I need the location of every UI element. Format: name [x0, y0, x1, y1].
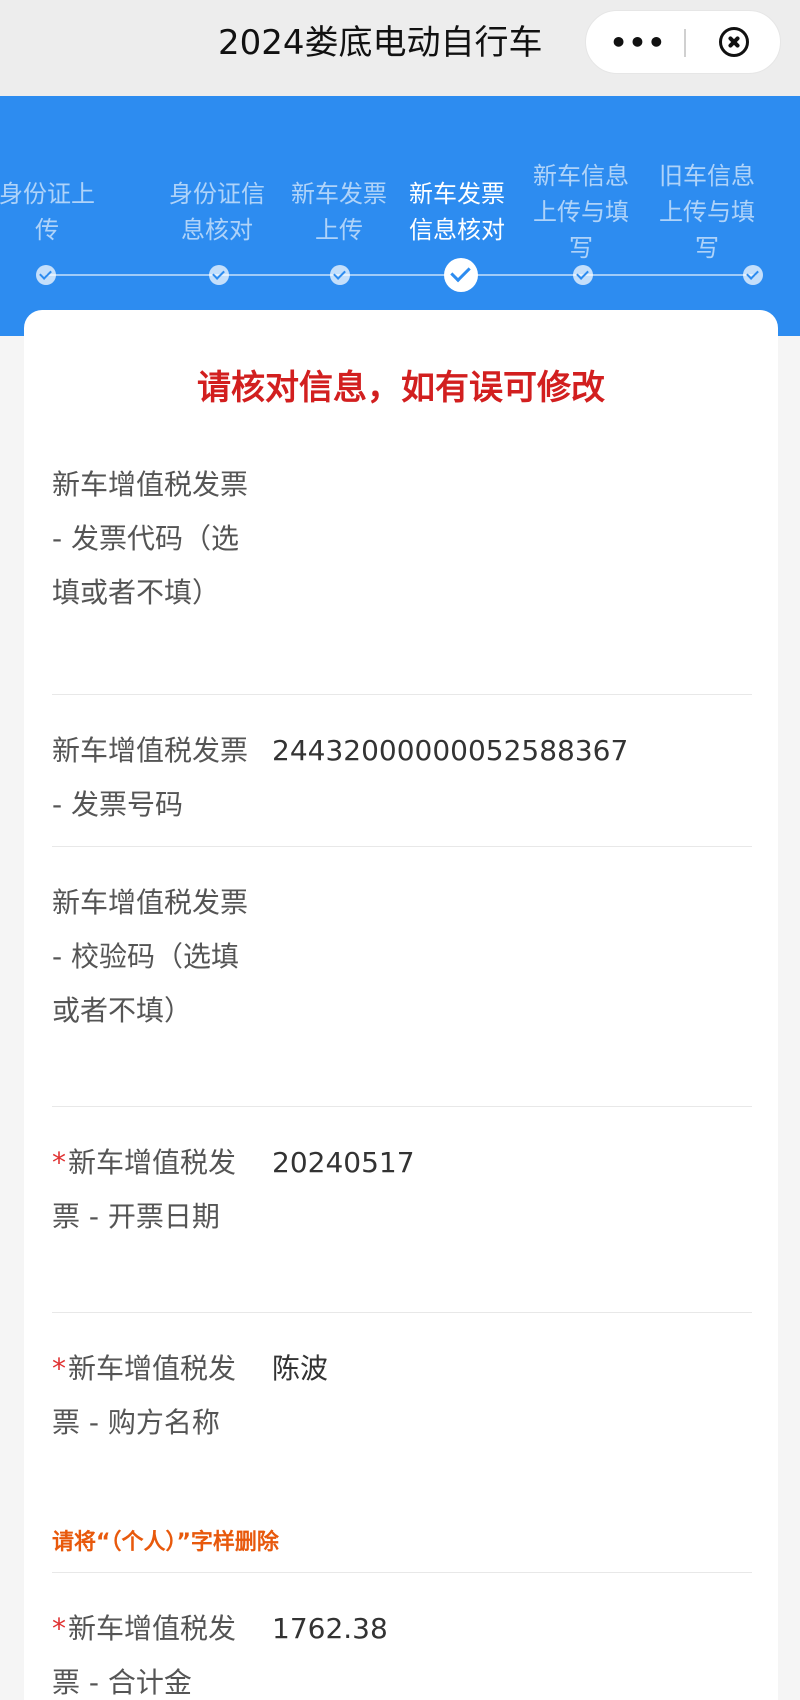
- close-circle-icon[interactable]: [694, 11, 774, 75]
- invoice-number-input[interactable]: [272, 724, 742, 778]
- divider: [52, 846, 752, 847]
- field-label-text: 新车增值税发票 - 合计金: [52, 1612, 237, 1699]
- field-label: *新车增值税发票 - 合计金: [52, 1602, 252, 1700]
- field-label: 新车增值税发票 - 发票号码: [52, 734, 249, 821]
- divider: [52, 694, 752, 695]
- field-check-code: 新车增值税发票 - 校验码（选填或者不填）: [52, 876, 752, 1106]
- stepper-track: [46, 274, 756, 276]
- buyer-name-input[interactable]: [272, 1342, 742, 1396]
- field-label-text: 新车增值税发票 - 购方名称: [52, 1352, 237, 1439]
- field-label: *新车增值税发票 - 购方名称: [52, 1342, 252, 1450]
- step-label-new-vehicle-info[interactable]: 新车信息上传与填写: [522, 158, 640, 266]
- step-dot-check-icon[interactable]: [743, 265, 763, 285]
- field-label-text: 新车增值税发票 - 开票日期: [52, 1146, 237, 1233]
- field-label: 新车增值税发票 - 发票代码（选填或者不填）: [52, 468, 249, 609]
- field-invoice-code: 新车增值税发票 - 发票代码（选填或者不填）: [52, 458, 752, 688]
- field-buyer-name: *新车增值税发票 - 购方名称 请将“（个人）”字样删除: [52, 1342, 752, 1572]
- invoice-date-input[interactable]: [272, 1136, 742, 1190]
- step-dot-check-icon[interactable]: [330, 265, 350, 285]
- step-dot-check-icon[interactable]: [573, 265, 593, 285]
- divider: [52, 1572, 752, 1573]
- step-label-invoice-verify[interactable]: 新车发票信息核对: [398, 176, 516, 248]
- required-mark: *: [52, 1146, 66, 1179]
- step-label-id-verify[interactable]: 身份证信息核对: [158, 176, 276, 248]
- progress-stepper: 身份证上传 身份证信息核对 新车发票上传 新车发票信息核对 新车信息上传与填写 …: [0, 96, 800, 336]
- verify-notice: 请核对信息，如有误可修改: [197, 368, 605, 408]
- step-label-id-upload[interactable]: 身份证上传: [0, 176, 106, 248]
- divider: [52, 1106, 752, 1107]
- step-label-text: 身份证信息核对: [169, 180, 265, 244]
- mini-program-capsule: •••: [585, 10, 781, 74]
- invoice-code-input[interactable]: [272, 458, 742, 512]
- top-nav-bar: 2024娄底电动自行车 •••: [0, 0, 800, 96]
- divider: [52, 1312, 752, 1313]
- field-total-amount: *新车增值税发票 - 合计金: [52, 1602, 752, 1700]
- field-hint: 请将“（个人）”字样删除: [52, 1530, 279, 1555]
- field-invoice-number: 新车增值税发票 - 发票号码: [52, 724, 752, 844]
- check-code-input[interactable]: [272, 876, 742, 930]
- step-dot-check-icon[interactable]: [36, 265, 56, 285]
- step-label-text: 新车信息上传与填写: [533, 162, 629, 262]
- step-dot-check-icon[interactable]: [209, 265, 229, 285]
- field-label: 新车增值税发票 - 校验码（选填或者不填）: [52, 886, 249, 1027]
- field-invoice-date: *新车增值税发票 - 开票日期: [52, 1136, 752, 1306]
- step-label-old-vehicle-info[interactable]: 旧车信息上传与填写: [648, 158, 766, 266]
- page-title: 2024娄底电动自行车: [218, 23, 543, 63]
- step-label-invoice-upload[interactable]: 新车发票上传: [280, 176, 398, 248]
- step-dot-active-check-icon[interactable]: [444, 258, 478, 292]
- step-label-text: 新车发票信息核对: [409, 180, 505, 244]
- required-mark: *: [52, 1352, 66, 1385]
- required-mark: *: [52, 1612, 66, 1645]
- step-label-text: 新车发票上传: [291, 180, 387, 244]
- field-label: *新车增值税发票 - 开票日期: [52, 1136, 252, 1244]
- more-dots-icon[interactable]: •••: [598, 11, 678, 75]
- step-label-text: 身份证上传: [0, 180, 95, 244]
- capsule-divider: [684, 29, 686, 57]
- total-amount-input[interactable]: [272, 1602, 742, 1656]
- verify-form-card: 请核对信息，如有误可修改 新车增值税发票 - 发票代码（选填或者不填） 新车增值…: [24, 310, 778, 1700]
- step-label-text: 旧车信息上传与填写: [659, 162, 755, 262]
